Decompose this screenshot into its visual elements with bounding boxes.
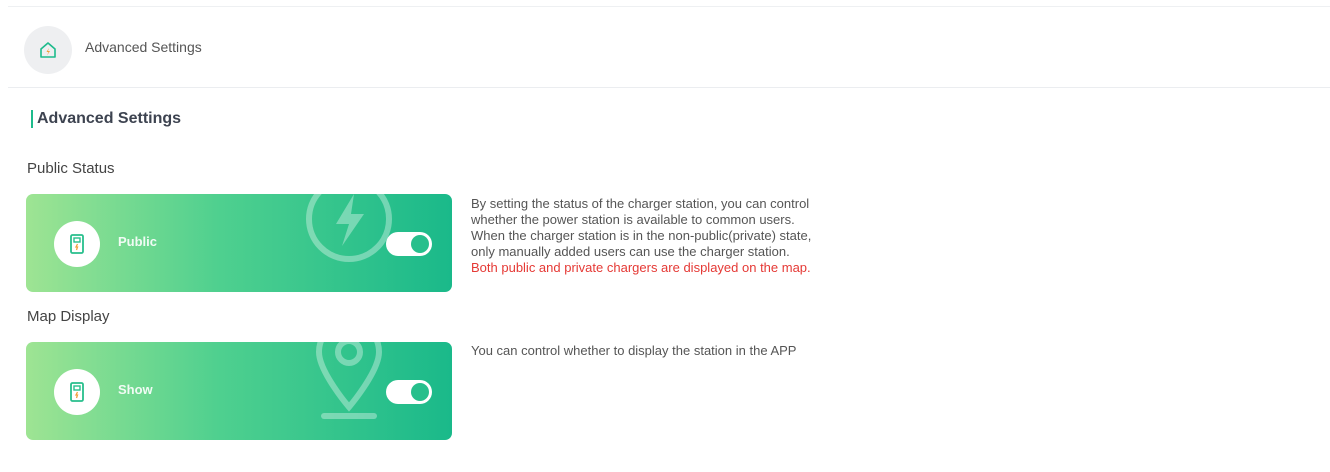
description-line: whether the power station is available t… bbox=[471, 212, 795, 227]
public-status-card: Public bbox=[26, 194, 452, 292]
lightning-watermark-icon bbox=[306, 194, 392, 262]
map-display-card: Show bbox=[26, 342, 452, 440]
public-status-toggle[interactable] bbox=[386, 232, 432, 256]
charger-station-icon bbox=[54, 369, 100, 415]
map-card-text: Show bbox=[118, 382, 153, 397]
public-status-label: Public Status bbox=[27, 160, 115, 177]
public-card-text: Public bbox=[118, 234, 158, 249]
description-line: When the charger station is in the non-p… bbox=[471, 228, 812, 243]
page-header: Advanced Settings bbox=[8, 7, 1330, 88]
toggle-knob bbox=[411, 383, 429, 401]
map-display-toggle[interactable] bbox=[386, 380, 432, 404]
header-title: Advanced Settings bbox=[85, 39, 202, 55]
description-line: By setting the status of the charger sta… bbox=[471, 196, 810, 211]
toggle-knob bbox=[411, 235, 429, 253]
location-pin-watermark-icon bbox=[315, 342, 383, 419]
section-title: Advanced Settings bbox=[31, 110, 181, 128]
map-display-label: Map Display bbox=[27, 308, 110, 325]
charger-station-icon bbox=[54, 221, 100, 267]
map-warning-text: Both public and private chargers are dis… bbox=[471, 260, 811, 275]
description-line: only manually added users can use the ch… bbox=[471, 244, 790, 259]
house-charger-icon bbox=[24, 26, 72, 74]
public-status-description: By setting the status of the charger sta… bbox=[471, 196, 891, 276]
map-display-description: You can control whether to display the s… bbox=[471, 343, 797, 358]
